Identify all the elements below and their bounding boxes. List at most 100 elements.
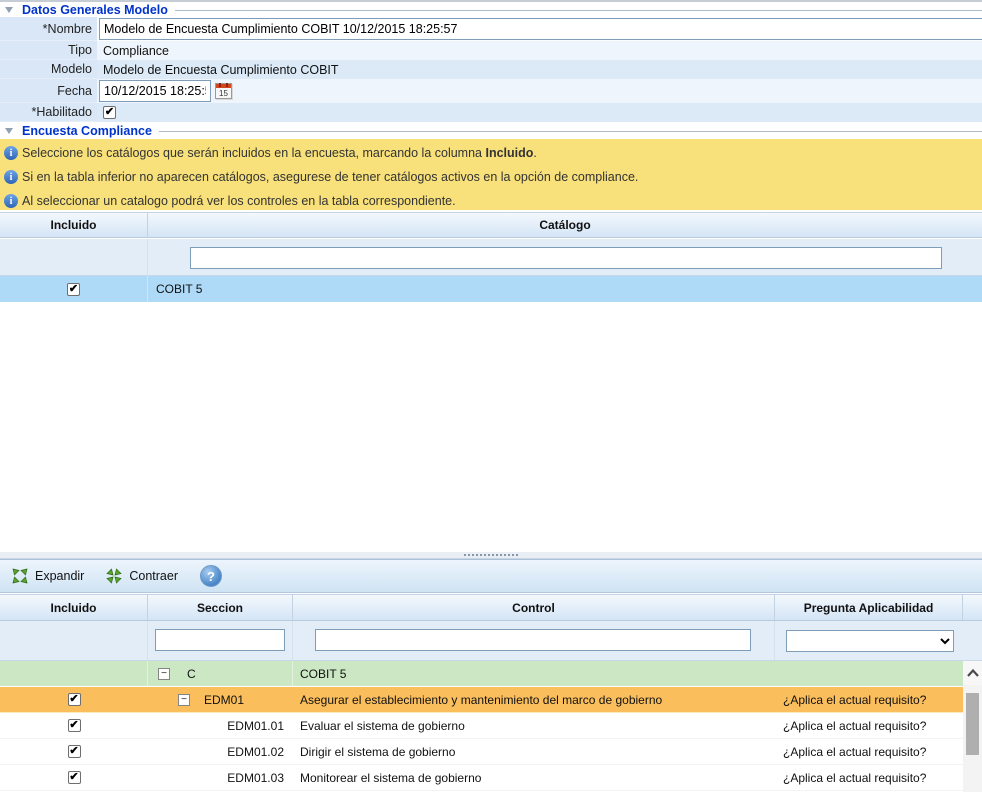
section-header-encuesta[interactable]: Encuesta Compliance [0, 123, 982, 139]
calendar-icon-day: 15 [216, 88, 231, 98]
pregunta-text [775, 661, 963, 686]
control-text: Dirigir el sistema de gobierno [293, 739, 775, 764]
seccion-code: EDM01.01 [148, 713, 293, 738]
modelo-value: Modelo de Encuesta Cumplimiento COBIT [97, 60, 982, 79]
seccion-filter-input[interactable] [155, 629, 285, 651]
form-row-habilitado: *Habilitado ✔ [0, 103, 982, 122]
splitter-grip-icon [464, 554, 518, 556]
seccion-code: EDM01 [204, 693, 244, 707]
form-row-tipo: Tipo Compliance [0, 41, 982, 60]
control-filter-input[interactable] [315, 629, 751, 651]
catalog-col-catalogo[interactable]: Catálogo [148, 213, 982, 237]
habilitado-checkbox[interactable]: ✔ [103, 106, 116, 119]
fecha-input[interactable] [99, 80, 211, 102]
row-checkbox[interactable]: ✔ [68, 693, 81, 706]
control-text: Monitorear el sistema de gobierno [293, 765, 775, 790]
row-checkbox[interactable]: ✔ [68, 771, 81, 784]
controls-col-seccion[interactable]: Seccion [148, 595, 293, 620]
info-icon: i [4, 170, 18, 184]
splitter-handle[interactable] [0, 551, 982, 559]
controls-row-edm01-01[interactable]: ✔ EDM01.01 Evaluar el sistema de gobiern… [0, 713, 963, 739]
control-text: Evaluar el sistema de gobierno [293, 713, 775, 738]
info-icon: i [4, 146, 18, 160]
help-icon[interactable]: ? [200, 565, 222, 587]
controls-table-header: Incluido Seccion Control Pregunta Aplica… [0, 594, 982, 621]
controls-filter-incluido-cell [0, 621, 148, 660]
section-title: Encuesta Compliance [22, 124, 152, 138]
nombre-input[interactable] [99, 18, 982, 40]
controls-filter-seccion-cell [148, 621, 293, 660]
controls-filter-control-cell [293, 621, 775, 660]
pregunta-text: ¿Aplica el actual requisito? [775, 713, 963, 738]
catalog-table-header: Incluido Catálogo [0, 212, 982, 238]
note-text: Al seleccionar un catalogo podrá ver los… [22, 194, 456, 208]
catalog-filter-input[interactable] [190, 247, 942, 269]
form-row-nombre: *Nombre [0, 17, 982, 41]
section-rule [159, 131, 982, 132]
controls-col-gutter [963, 595, 982, 620]
info-note-1: i Seleccione los catálogos que serán inc… [4, 141, 978, 165]
catalog-col-incluido[interactable]: Incluido [0, 213, 148, 237]
habilitado-label: *Habilitado [0, 103, 97, 122]
pregunta-text: ¿Aplica el actual requisito? [775, 739, 963, 764]
expand-all-label: Expandir [35, 569, 84, 583]
tipo-value: Compliance [97, 41, 982, 60]
controls-row-edm01[interactable]: ✔ − EDM01 Asegurar el establecimiento y … [0, 687, 963, 713]
catalog-filter-catalogo-cell [148, 239, 982, 275]
vertical-scrollbar[interactable] [963, 661, 982, 792]
form-row-modelo: Modelo Modelo de Encuesta Cumplimiento C… [0, 60, 982, 79]
calendar-icon[interactable]: 15 [215, 83, 232, 99]
catalog-row-checkbox[interactable]: ✔ [67, 283, 80, 296]
control-text: COBIT 5 [293, 661, 775, 686]
controls-col-pregunta[interactable]: Pregunta Aplicabilidad [775, 595, 963, 620]
collapse-all-label: Contraer [129, 569, 178, 583]
pregunta-text: ¿Aplica el actual requisito? [775, 765, 963, 790]
section-header-datos-generales[interactable]: Datos Generales Modelo [0, 2, 982, 18]
collapse-node-icon[interactable]: − [178, 694, 190, 706]
row-checkbox[interactable]: ✔ [68, 745, 81, 758]
controls-toolbar: Expandir Contraer ? [0, 559, 982, 593]
section-title: Datos Generales Modelo [22, 3, 168, 17]
info-note-3: i Al seleccionar un catalogo podrá ver l… [4, 189, 978, 213]
seccion-code: EDM01.03 [148, 765, 293, 790]
catalog-filter-row [0, 239, 982, 276]
collapse-arrow-icon[interactable] [5, 7, 13, 13]
seccion-code: EDM01.02 [148, 739, 293, 764]
scroll-up-button[interactable] [963, 661, 982, 685]
scroll-up-icon [966, 668, 980, 678]
catalog-filter-incluido-cell [0, 239, 148, 275]
tipo-label: Tipo [0, 41, 97, 60]
note-text: Si en la tabla inferior no aparecen catá… [22, 170, 638, 184]
seccion-code: C [187, 667, 196, 681]
scrollbar-thumb[interactable] [966, 693, 979, 755]
controls-row-edm01-02[interactable]: ✔ EDM01.02 Dirigir el sistema de gobiern… [0, 739, 963, 765]
info-note-2: i Si en la tabla inferior no aparecen ca… [4, 165, 978, 189]
controls-filter-row [0, 621, 982, 661]
expand-all-icon [12, 568, 28, 584]
pregunta-text: ¿Aplica el actual requisito? [775, 687, 963, 712]
compliance-model-page: Datos Generales Modelo *Nombre Tipo Comp… [0, 0, 982, 792]
info-icon: i [4, 194, 18, 208]
note-text: Seleccione los catálogos que serán inclu… [22, 146, 537, 160]
controls-filter-pregunta-cell [775, 621, 982, 660]
pregunta-filter-select[interactable] [786, 630, 954, 652]
collapse-node-icon[interactable]: − [158, 668, 170, 680]
controls-col-control[interactable]: Control [293, 595, 775, 620]
controls-row-root[interactable]: − C COBIT 5 [0, 661, 963, 687]
modelo-label: Modelo [0, 60, 97, 79]
collapse-arrow-icon[interactable] [5, 128, 13, 134]
info-box: i Seleccione los catálogos que serán inc… [0, 139, 982, 210]
fecha-label: Fecha [0, 79, 97, 103]
nombre-label: *Nombre [0, 17, 97, 41]
control-text: Asegurar el establecimiento y mantenimie… [293, 687, 775, 712]
controls-row-edm01-03[interactable]: ✔ EDM01.03 Monitorear el sistema de gobi… [0, 765, 963, 791]
section-rule [175, 10, 982, 11]
catalog-row-name: COBIT 5 [148, 276, 982, 302]
collapse-all-button[interactable]: Contraer [106, 568, 178, 584]
row-checkbox[interactable]: ✔ [68, 719, 81, 732]
expand-all-button[interactable]: Expandir [12, 568, 84, 584]
form-row-fecha: Fecha 15 [0, 79, 982, 103]
controls-col-incluido[interactable]: Incluido [0, 595, 148, 620]
collapse-all-icon [106, 568, 122, 584]
catalog-row-cobit5[interactable]: ✔ COBIT 5 [0, 276, 982, 302]
